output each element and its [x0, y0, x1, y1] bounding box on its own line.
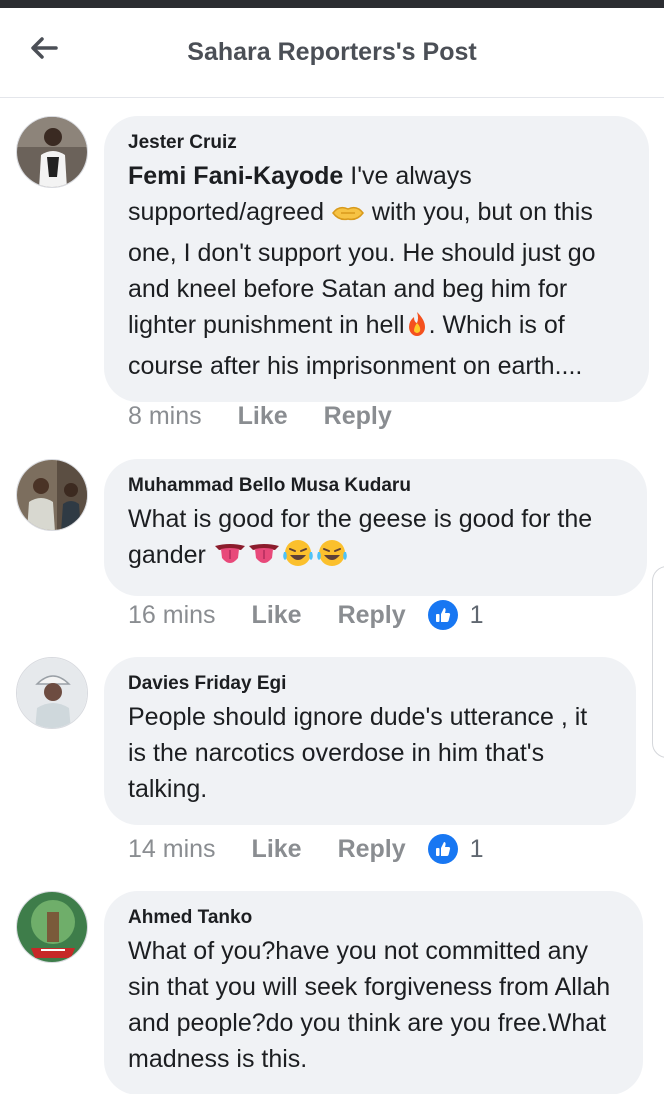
comment-actions: 14 mins Like Reply 1	[128, 834, 484, 864]
comment-text: Femi Fani-Kayode I've always supported/a…	[128, 162, 596, 380]
avatar[interactable]	[16, 459, 88, 531]
comment-author[interactable]: Muhammad Bello Musa Kudaru	[128, 475, 623, 497]
reaction-count: 1	[469, 600, 484, 629]
like-button[interactable]: Like	[252, 601, 302, 630]
reply-button[interactable]: Reply	[324, 402, 392, 431]
reply-button[interactable]: Reply	[338, 601, 406, 630]
comment-bubble[interactable]: Ahmed Tanko What of you?have you not com…	[104, 891, 643, 1094]
mention-link[interactable]: Femi Fani-Kayode	[128, 162, 343, 190]
reply-button[interactable]: Reply	[338, 835, 406, 864]
comment-author[interactable]: Jester Cruiz	[128, 132, 625, 154]
comment-bubble[interactable]: Jester Cruiz Femi Fani-Kayode I've alway…	[104, 116, 649, 402]
page-title: Sahara Reporters's Post	[187, 38, 477, 66]
comment-text: What is good for the geese is good for t…	[128, 501, 623, 578]
comment-bubble[interactable]: Muhammad Bello Musa Kudaru What is good …	[104, 459, 647, 596]
avatar[interactable]	[16, 116, 88, 188]
tongue-icon	[213, 542, 247, 578]
like-button[interactable]: Like	[238, 402, 288, 431]
comment-bubble[interactable]: Davies Friday Egi People should ignore d…	[104, 657, 636, 825]
laughing-tears-icon	[315, 538, 349, 578]
reaction-summary[interactable]: 1	[427, 834, 484, 864]
comment-actions: 8 mins Like Reply	[128, 402, 414, 431]
reaction-summary[interactable]: 1	[427, 600, 484, 630]
comment-timestamp[interactable]: 8 mins	[128, 402, 202, 431]
comment-author[interactable]: Ahmed Tanko	[128, 907, 619, 929]
reaction-count: 1	[469, 834, 484, 863]
handshake-icon	[331, 199, 365, 235]
comment-actions: 16 mins Like Reply 1	[128, 600, 484, 630]
thumbs-up-icon	[427, 600, 458, 630]
comment-author[interactable]: Davies Friday Egi	[128, 673, 612, 695]
laughing-tears-icon	[281, 538, 315, 578]
comment-timestamp[interactable]: 14 mins	[128, 835, 216, 864]
avatar[interactable]	[16, 657, 88, 729]
tongue-icon	[247, 542, 281, 578]
overlay-card-edge[interactable]	[652, 566, 664, 758]
comment-timestamp[interactable]: 16 mins	[128, 601, 216, 630]
avatar[interactable]	[16, 891, 88, 963]
fire-icon	[405, 310, 429, 348]
like-button[interactable]: Like	[252, 835, 302, 864]
comment-text: What of you?have you not committed any s…	[128, 937, 611, 1073]
status-bar-strip	[0, 0, 664, 8]
post-header: Sahara Reporters's Post	[0, 8, 664, 98]
thumbs-up-icon	[427, 834, 458, 864]
comment-text: People should ignore dude's utterance , …	[128, 703, 588, 803]
